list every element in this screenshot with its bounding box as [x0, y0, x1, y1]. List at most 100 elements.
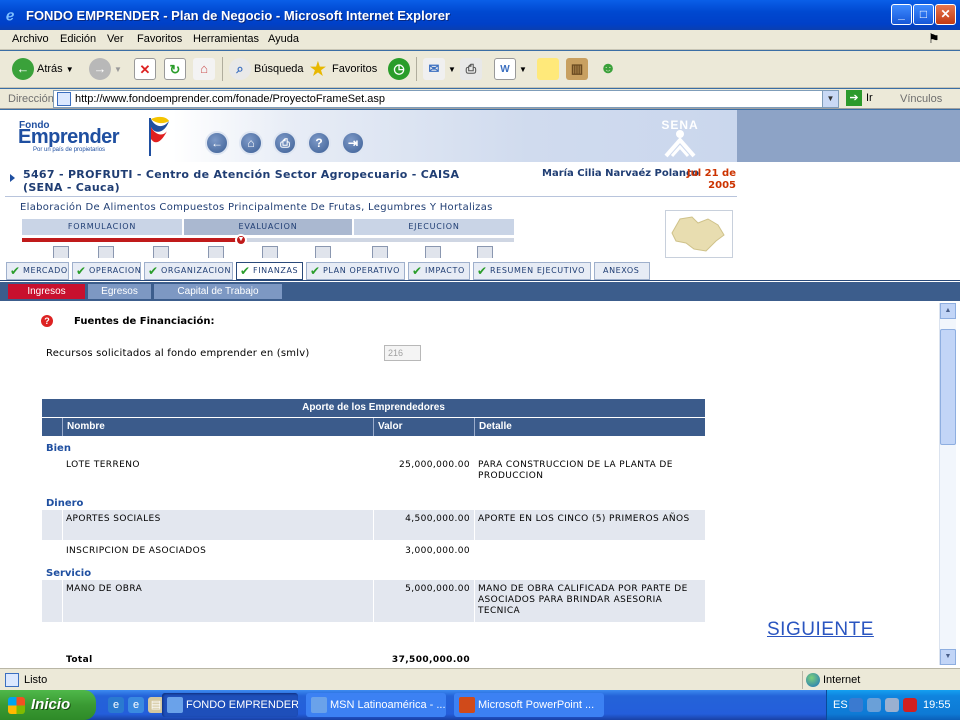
- step-icon[interactable]: [477, 246, 493, 258]
- window-title: FONDO EMPRENDER - Plan de Negocio - Micr…: [26, 8, 450, 23]
- logo-text: Emprender: [18, 126, 120, 148]
- maximize-button[interactable]: □: [913, 4, 934, 25]
- print-button[interactable]: ⎙: [460, 57, 482, 81]
- favorites-label: Favoritos: [332, 63, 378, 75]
- subtab-egresos[interactable]: Egresos: [88, 284, 151, 299]
- menu-archivo[interactable]: Archivo: [12, 33, 49, 45]
- tab-resumen-ejecutivo[interactable]: ✔ RESUMEN EJECUTIVO: [473, 262, 591, 280]
- menu-edicion[interactable]: Edición: [60, 33, 96, 45]
- tab-organizacion[interactable]: ✔ ORGANIZACION: [144, 262, 233, 280]
- word-icon: W: [494, 58, 516, 80]
- links-label[interactable]: Vínculos: [900, 93, 942, 105]
- start-button[interactable]: Inicio: [0, 690, 96, 720]
- phase-ejecucion[interactable]: EJECUCION: [354, 219, 514, 235]
- phase-progress-bar: [22, 238, 514, 242]
- discuss-button[interactable]: ■: [537, 57, 559, 81]
- check-icon: ✔: [412, 264, 423, 278]
- security-zone: Internet: [802, 671, 960, 689]
- edit-dropdown-icon[interactable]: ▼: [519, 65, 527, 74]
- task-fondo-emprender[interactable]: FONDO EMPRENDER ...: [162, 693, 298, 717]
- step-icon[interactable]: [315, 246, 331, 258]
- row-nombre: MANO DE OBRA: [66, 584, 143, 594]
- tab-anexos[interactable]: ANEXOS: [594, 262, 650, 280]
- back-nav-button[interactable]: ←: [205, 131, 229, 155]
- help-nav-button[interactable]: ?: [307, 131, 331, 155]
- subtab-capital-de-trabajo[interactable]: Capital de Trabajo: [154, 284, 282, 299]
- help-icon[interactable]: ?: [41, 315, 53, 327]
- exit-nav-button[interactable]: ⇥: [341, 131, 365, 155]
- home-nav-button[interactable]: ⌂: [239, 131, 263, 155]
- edit-button[interactable]: W ▼: [494, 57, 527, 81]
- finance-form: ? Fuentes de Financiación: Recursos soli…: [0, 303, 960, 668]
- recursos-input[interactable]: [384, 345, 421, 361]
- window-title-bar[interactable]: ℯ FONDO EMPRENDER - Plan de Negocio - Mi…: [0, 0, 960, 30]
- finance-subtabs: Ingresos Egresos Capital de Trabajo: [0, 282, 960, 301]
- search-button[interactable]: ⌕ Búsqueda: [229, 57, 304, 81]
- section-title: Fuentes de Financiación:: [74, 316, 215, 327]
- menu-herramientas[interactable]: Herramientas: [193, 33, 259, 45]
- tab-operacion[interactable]: ✔ OPERACION: [72, 262, 141, 280]
- security-alert-icon[interactable]: [903, 698, 917, 712]
- minimize-button[interactable]: _: [891, 4, 912, 25]
- phase-formulacion[interactable]: FORMULACION: [22, 219, 182, 235]
- check-icon: ✔: [10, 264, 21, 278]
- network-icon[interactable]: [867, 698, 881, 712]
- table-row: INSCRIPCION DE ASOCIADOS 3,000,000.00: [42, 542, 705, 566]
- menu-favoritos[interactable]: Favoritos: [137, 33, 182, 45]
- messenger-button[interactable]: ☻: [597, 57, 619, 81]
- address-input[interactable]: http://www.fondoemprender.com/fonade/Pro…: [53, 90, 839, 108]
- step-icon[interactable]: [372, 246, 388, 258]
- step-icon[interactable]: [425, 246, 441, 258]
- ie-quicklaunch-icon[interactable]: e: [108, 697, 124, 713]
- step-icon[interactable]: [262, 246, 278, 258]
- row-detalle: MANO DE OBRA CALIFICADA POR PARTE DE ASO…: [478, 584, 688, 616]
- step-icon[interactable]: [208, 246, 224, 258]
- task-powerpoint[interactable]: Microsoft PowerPoint ...: [454, 693, 604, 717]
- back-dropdown-icon[interactable]: ▼: [66, 65, 74, 74]
- tab-plan-operativo[interactable]: ✔ PLAN OPERATIVO: [306, 262, 405, 280]
- tray-arrow-icon[interactable]: [849, 698, 863, 712]
- task-msn[interactable]: MSN Latinoamérica - ...: [306, 693, 446, 717]
- tab-mercado[interactable]: ✔ MERCADO: [6, 262, 69, 280]
- go-button[interactable]: ➔ Ir: [846, 90, 873, 106]
- forward-arrow-icon: →: [89, 58, 111, 80]
- phase-evaluacion[interactable]: EVALUACION: [184, 219, 352, 235]
- back-button[interactable]: ← Atrás ▼: [12, 57, 74, 81]
- task-label: Microsoft PowerPoint ...: [478, 699, 595, 711]
- volume-icon[interactable]: [885, 698, 899, 712]
- scroll-up-icon[interactable]: ▲: [940, 303, 956, 319]
- menu-ver[interactable]: Ver: [107, 33, 124, 45]
- mail-dropdown-icon[interactable]: ▼: [448, 65, 456, 74]
- powerpoint-icon: [459, 697, 475, 713]
- refresh-button[interactable]: ↻: [164, 57, 186, 81]
- subtab-ingresos[interactable]: Ingresos: [8, 284, 85, 299]
- favorites-button[interactable]: ★ Favoritos: [307, 57, 377, 81]
- research-button[interactable]: ▥: [566, 57, 588, 81]
- vertical-scrollbar[interactable]: ▲ ▼: [939, 303, 956, 665]
- stop-button[interactable]: ✕: [134, 57, 156, 81]
- forward-dropdown-icon[interactable]: ▼: [114, 65, 122, 74]
- ie-quicklaunch-icon[interactable]: e: [128, 697, 144, 713]
- toolbar-separator: [416, 57, 417, 81]
- step-icon[interactable]: [153, 246, 169, 258]
- siguiente-link[interactable]: SIGUIENTE: [767, 619, 874, 641]
- language-indicator[interactable]: ES: [833, 699, 848, 711]
- step-icon[interactable]: [53, 246, 69, 258]
- scroll-down-icon[interactable]: ▼: [940, 649, 956, 665]
- row-valor: 4,500,000.00: [405, 514, 470, 524]
- menu-ayuda[interactable]: Ayuda: [268, 33, 299, 45]
- address-dropdown-icon[interactable]: ▼: [822, 91, 838, 107]
- scroll-thumb[interactable]: [940, 329, 956, 445]
- tab-impacto[interactable]: ✔ IMPACTO: [408, 262, 470, 280]
- forward-button[interactable]: → ▼: [89, 57, 122, 81]
- phase-marker-icon: ▼: [235, 234, 247, 246]
- tab-finanzas[interactable]: ✔ FINANZAS: [236, 262, 303, 280]
- home-icon: ⌂: [193, 58, 215, 80]
- toolbar: ← Atrás ▼ → ▼ ✕ ↻ ⌂ ⌕ Búsqueda ★ Favorit…: [0, 51, 960, 88]
- home-button[interactable]: ⌂: [193, 57, 215, 81]
- mail-button[interactable]: ✉ ▼: [423, 57, 456, 81]
- close-button[interactable]: ✕: [935, 4, 956, 25]
- print-nav-button[interactable]: ⎙: [273, 131, 297, 155]
- history-button[interactable]: ◷: [388, 57, 410, 81]
- step-icon[interactable]: [98, 246, 114, 258]
